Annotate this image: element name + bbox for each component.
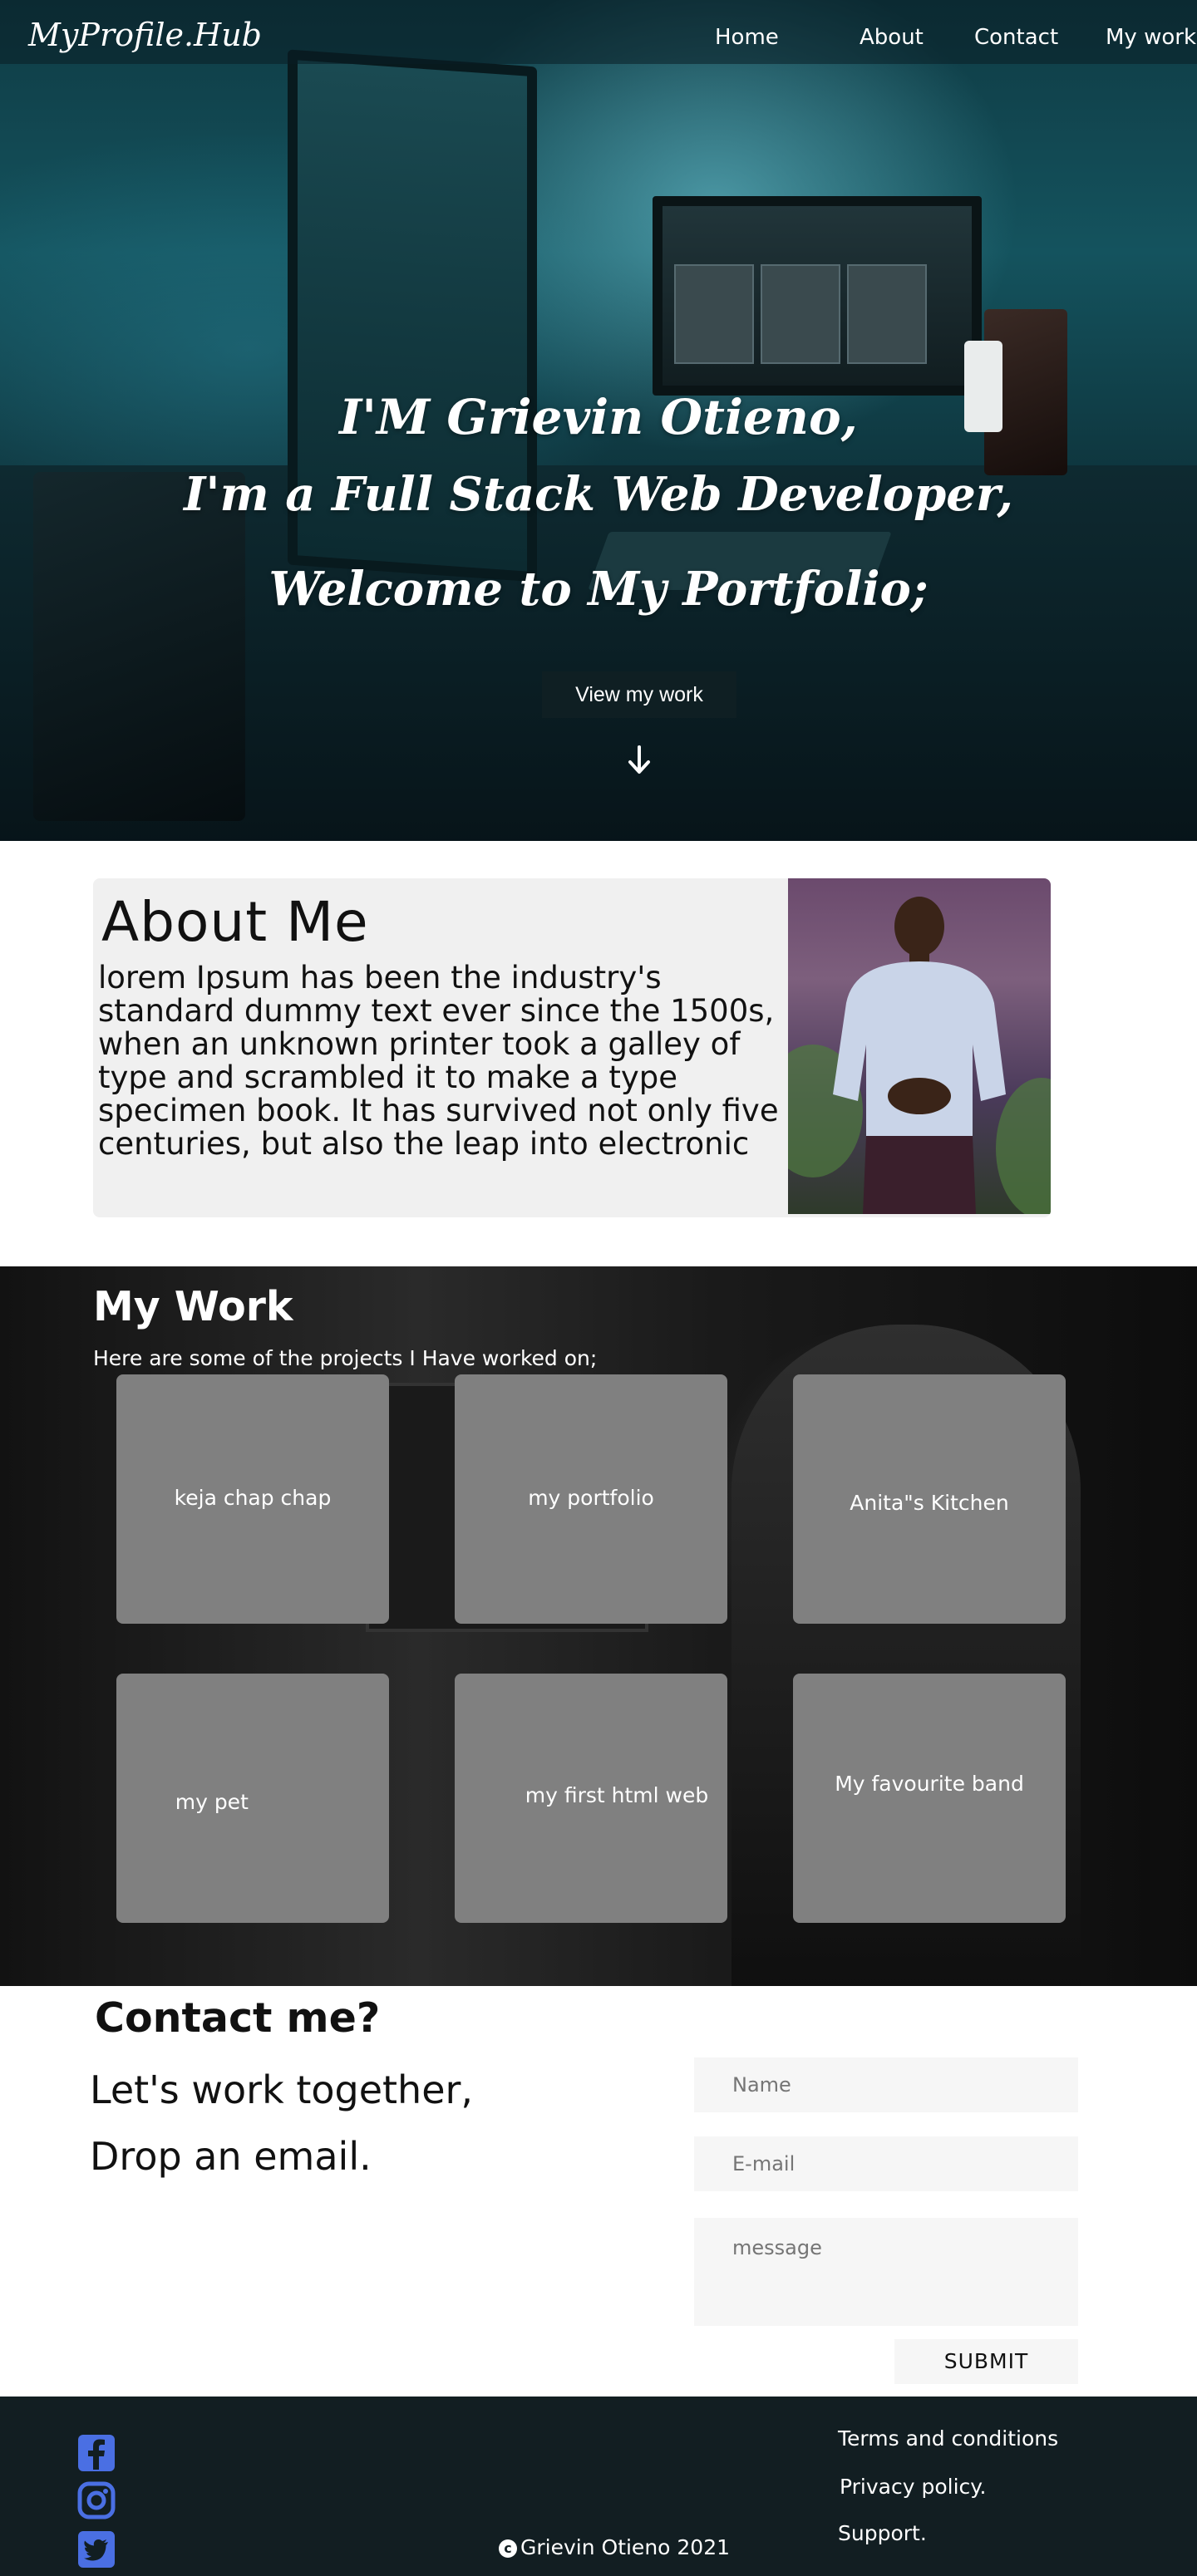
twitter-icon[interactable] bbox=[76, 2529, 116, 2569]
nav-home[interactable]: Home bbox=[715, 25, 779, 50]
copyright-icon: c bbox=[499, 2539, 517, 2558]
work-section: My Work Here are some of the projects I … bbox=[0, 1266, 1197, 1986]
about-card: About Me lorem Ipsum has been the indust… bbox=[93, 878, 1051, 1217]
hero-greeting: I'M Grievin Otieno, bbox=[339, 389, 858, 445]
project-card-label: My favourite band bbox=[835, 1772, 1024, 1796]
project-card-label: keja chap chap bbox=[174, 1486, 332, 1510]
nav-contact[interactable]: Contact bbox=[974, 25, 1058, 50]
footer-privacy-link[interactable]: Privacy policy. bbox=[840, 2475, 986, 2499]
project-card-label: my first html web bbox=[525, 1783, 709, 1807]
site-logo[interactable]: MyProfile.Hub bbox=[28, 17, 262, 53]
work-title: My Work bbox=[93, 1283, 293, 1330]
email-input[interactable] bbox=[694, 2136, 1078, 2191]
about-title: About Me bbox=[101, 890, 369, 954]
hero-welcome: Welcome to My Portfolio; bbox=[268, 562, 929, 617]
copyright-text: Grievin Otieno 2021 bbox=[520, 2535, 731, 2559]
footer: Terms and conditions Privacy policy. Sup… bbox=[0, 2397, 1197, 2576]
contact-line-1: Let's work together, bbox=[90, 2067, 474, 2112]
submit-button[interactable]: SUBMIT bbox=[894, 2339, 1078, 2384]
view-my-work-button[interactable]: View my work bbox=[542, 671, 736, 718]
project-card-label: Anita"s Kitchen bbox=[850, 1491, 1009, 1515]
name-input[interactable] bbox=[694, 2057, 1078, 2112]
nav-about[interactable]: About bbox=[860, 25, 924, 50]
project-card[interactable]: Anita"s Kitchen bbox=[793, 1374, 1066, 1624]
navbar: MyProfile.Hub Home About Contact My work bbox=[0, 0, 1197, 64]
contact-line-2: Drop an email. bbox=[90, 2134, 372, 2179]
work-subtitle: Here are some of the projects I Have wor… bbox=[93, 1346, 598, 1370]
contact-title: Contact me? bbox=[95, 1994, 381, 2042]
profile-photo bbox=[788, 878, 1051, 1214]
message-textarea[interactable] bbox=[694, 2218, 1078, 2326]
project-card[interactable]: my first html web bbox=[455, 1674, 727, 1923]
project-card-label: my pet bbox=[175, 1790, 249, 1814]
hero-section: MyProfile.Hub Home About Contact My work… bbox=[0, 0, 1197, 841]
hero-monitor-right bbox=[653, 196, 982, 396]
project-card[interactable]: my portfolio bbox=[455, 1374, 727, 1624]
instagram-icon[interactable] bbox=[76, 2480, 116, 2520]
footer-support-link[interactable]: Support. bbox=[838, 2521, 927, 2545]
project-card[interactable]: My favourite band bbox=[793, 1674, 1066, 1923]
footer-terms-link[interactable]: Terms and conditions bbox=[838, 2426, 1058, 2451]
copyright: c Grievin Otieno 2021 bbox=[499, 2535, 730, 2559]
hero-speaker-left bbox=[33, 472, 245, 821]
project-card-label: my portfolio bbox=[528, 1486, 654, 1510]
nav-my-work[interactable]: My work bbox=[1106, 25, 1196, 50]
about-text: lorem Ipsum has been the industry's stan… bbox=[98, 960, 779, 1162]
project-card[interactable]: my pet bbox=[116, 1674, 389, 1923]
project-card[interactable]: keja chap chap bbox=[116, 1374, 389, 1624]
hero-role: I'm a Full Stack Web Developer, bbox=[184, 467, 1013, 522]
arrow-down-icon[interactable] bbox=[625, 744, 653, 777]
facebook-icon[interactable] bbox=[76, 2433, 116, 2473]
